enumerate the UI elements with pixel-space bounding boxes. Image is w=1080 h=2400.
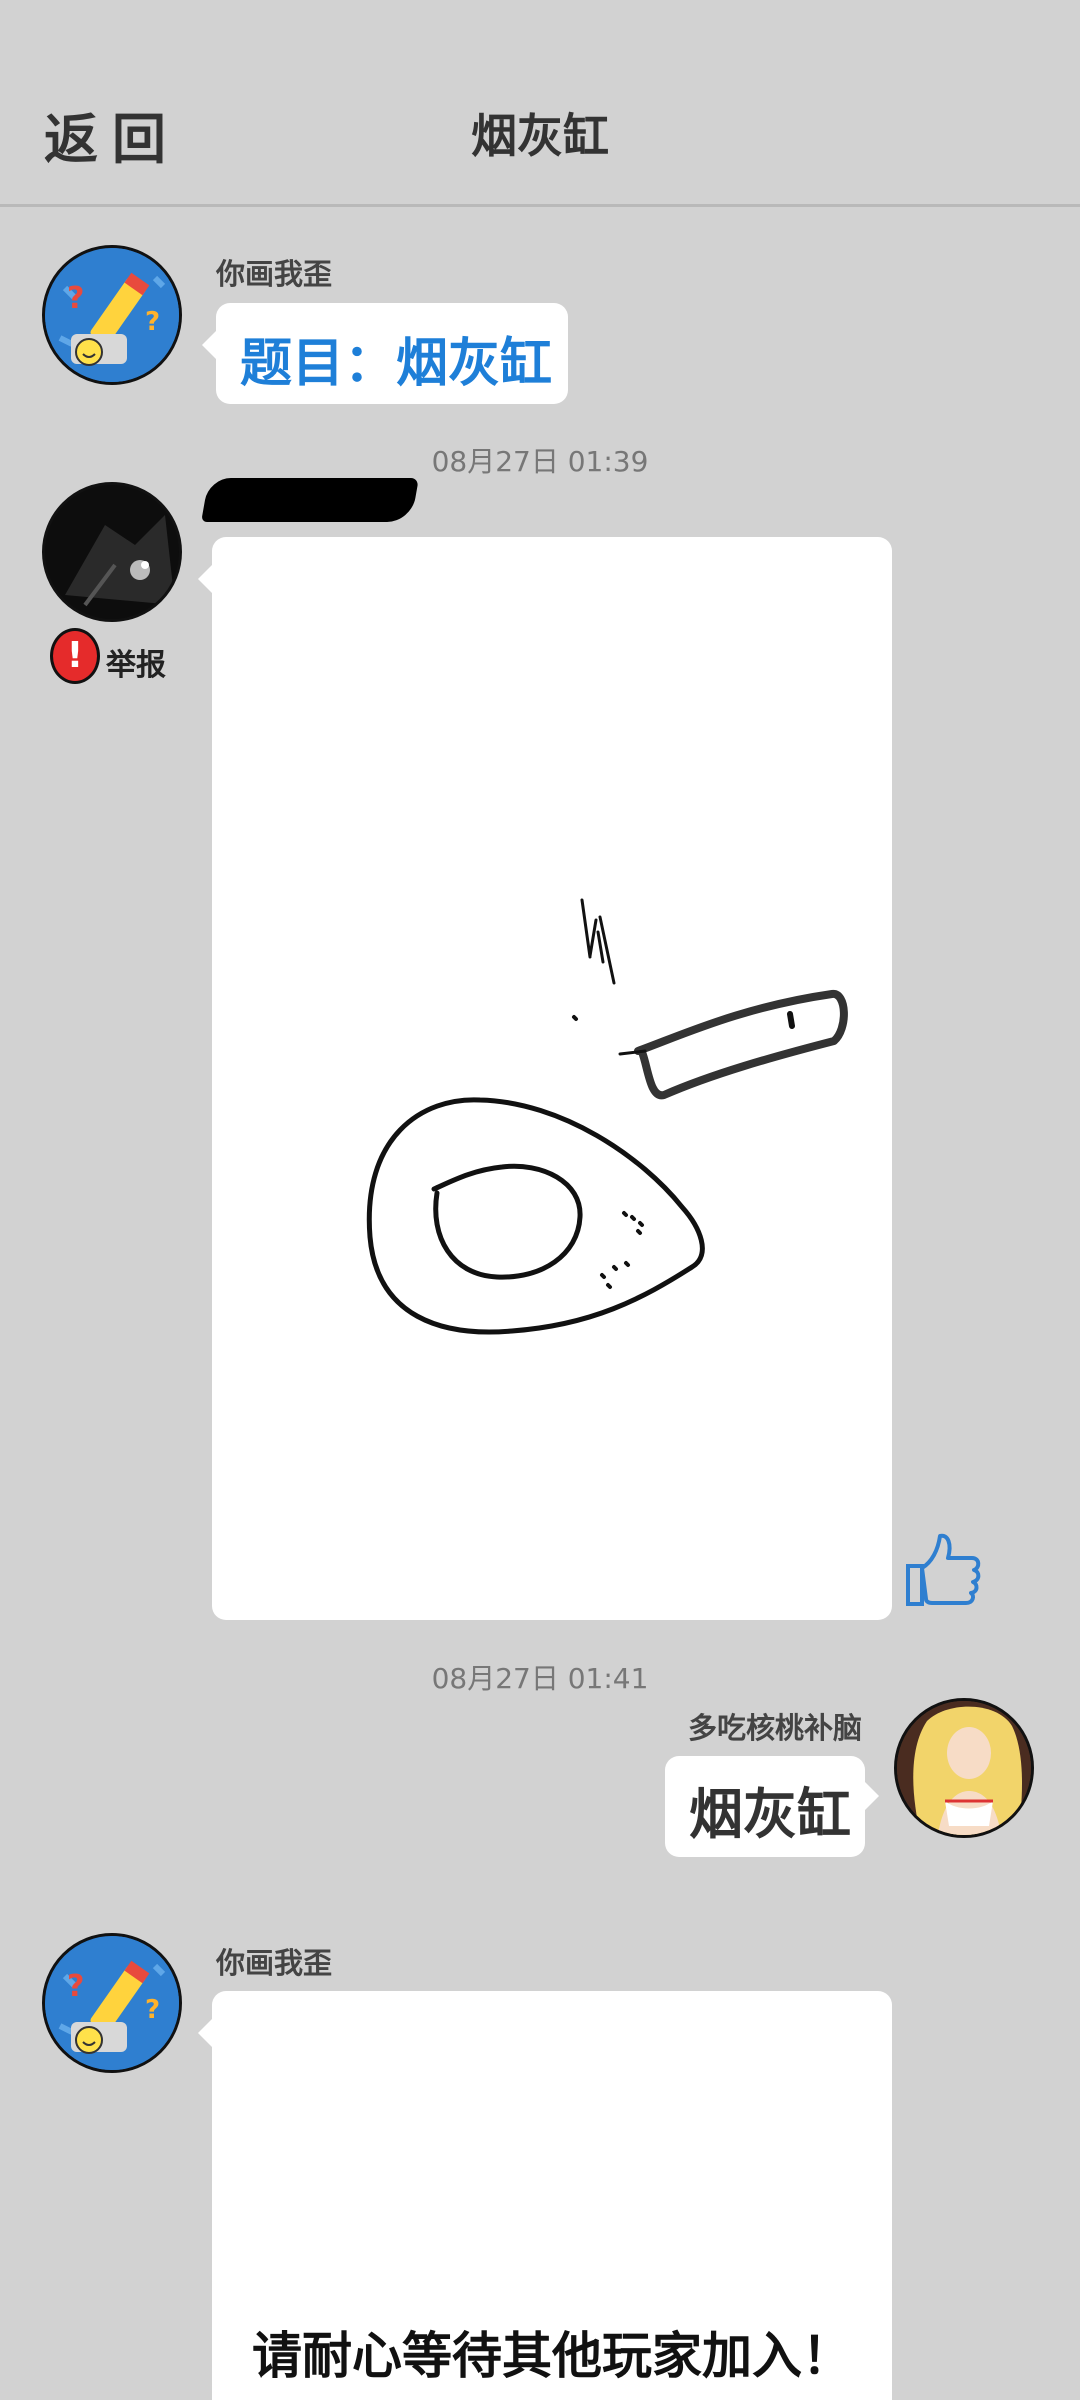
sender-name: 多吃核桃补脑 (687, 1711, 862, 1745)
svg-text:?: ? (145, 307, 160, 337)
header-divider (0, 204, 1080, 207)
page-title: 烟灰缸 (471, 109, 609, 163)
avatar-image (45, 485, 179, 619)
sender-name: 你画我歪 (216, 1946, 333, 1980)
pencil-logo-icon: ? ? (45, 248, 179, 382)
answer-bubble: 烟灰缸 (665, 1756, 879, 1857)
svg-text:?: ? (145, 1995, 160, 2025)
timestamp: 08月27日 01:41 (431, 1662, 649, 1695)
timestamp: 08月27日 01:39 (431, 445, 649, 478)
svg-text:?: ? (67, 281, 84, 316)
system-bubble: 请耐心等待其他玩家加入！ (198, 1991, 892, 2400)
drawing-canvas (366, 898, 848, 1335)
top-bar: 返回 烟灰缸 (0, 0, 1080, 207)
drawing-bubble[interactable] (198, 537, 892, 1620)
prompt-text: 题目：烟灰缸 (240, 334, 553, 394)
answer-text: 烟灰缸 (689, 1783, 851, 1846)
avatar-image (897, 1701, 1031, 1835)
report-label: 举报 (106, 648, 166, 683)
pencil-logo-icon: ? ? (45, 1936, 179, 2070)
exclamation-icon: ! (50, 628, 100, 684)
redacted-name (201, 478, 419, 522)
wait-text: 请耐心等待其他玩家加入！ (252, 2327, 852, 2385)
bot-avatar[interactable]: ? ? (42, 245, 182, 385)
thumbs-up-icon[interactable] (900, 1528, 984, 1612)
prompt-bubble: 题目：烟灰缸 (202, 303, 568, 404)
sender-name: 你画我歪 (216, 257, 333, 291)
bot-avatar[interactable]: ? ? (42, 1933, 182, 2073)
thumbs-up-icon-svg (906, 1533, 981, 1606)
player-avatar[interactable] (42, 482, 182, 622)
svg-text:?: ? (67, 1969, 84, 2004)
user-avatar[interactable] (894, 1698, 1034, 1838)
